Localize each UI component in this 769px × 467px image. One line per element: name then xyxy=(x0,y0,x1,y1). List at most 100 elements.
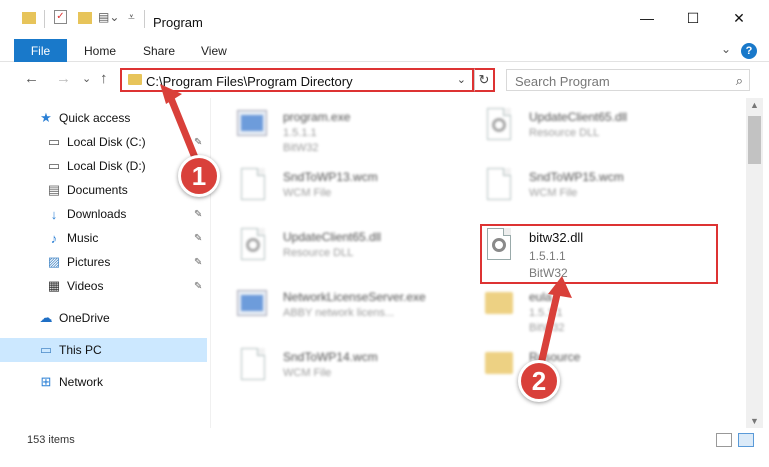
address-path: C:\Program Files\Program Directory xyxy=(146,74,353,89)
details-view-icon[interactable] xyxy=(716,433,732,447)
folder-icon xyxy=(483,288,515,328)
file-detail: Resource DLL xyxy=(283,247,354,259)
pin-icon: ✎ xyxy=(194,256,203,268)
scroll-thumb[interactable] xyxy=(748,116,761,164)
list-item[interactable]: UpdateClient65.dll Resource DLL xyxy=(237,222,477,278)
maximize-button[interactable]: ☐ xyxy=(670,0,716,36)
sidebar-item-network[interactable]: ⊞ Network xyxy=(0,370,207,394)
sidebar-item-videos[interactable]: ▦ Videos ✎ xyxy=(0,274,207,298)
network-icon: ⊞ xyxy=(40,374,52,389)
list-item[interactable]: SndToWP15.wcm WCM File xyxy=(483,162,723,218)
sidebar-item-label: This PC xyxy=(59,343,102,357)
file-detail: WCM File xyxy=(283,367,332,379)
close-button[interactable]: ✕ xyxy=(716,0,762,36)
list-item[interactable]: eula 1.5.1.1 BitW32 xyxy=(483,282,723,338)
step-2-badge: 2 xyxy=(518,360,560,402)
search-input[interactable]: Search Program ⌕ xyxy=(506,69,750,91)
sidebar-item-documents[interactable]: ▤ Documents ✎ xyxy=(0,178,207,202)
videos-icon: ▦ xyxy=(47,278,61,293)
step-1-badge: 1 xyxy=(178,155,220,197)
pin-icon: ✎ xyxy=(194,136,203,148)
minimize-button[interactable]: — xyxy=(624,0,670,36)
sidebar-item-pictures[interactable]: ▨ Pictures ✎ xyxy=(0,250,207,274)
exe-icon xyxy=(237,288,269,328)
ribbon-tabs: File Home Share View ⌄ ? xyxy=(0,36,769,63)
exe-icon xyxy=(237,108,269,148)
file-name: UpdateClient65.dll xyxy=(529,110,628,124)
file-detail: BitW32 xyxy=(283,142,319,154)
sidebar-item-label: Local Disk (D:) xyxy=(67,159,146,173)
refresh-button[interactable]: ↻ xyxy=(474,68,495,92)
file-icon xyxy=(237,168,269,208)
sidebar-item-this-pc[interactable]: ▭ This PC xyxy=(0,338,207,362)
file-name: SndToWP13.wcm xyxy=(283,170,378,184)
divider xyxy=(44,10,45,28)
dll-icon xyxy=(483,108,515,148)
new-folder-icon[interactable] xyxy=(78,10,92,28)
sidebar-item-downloads[interactable]: ↓ Downloads ✎ xyxy=(0,202,207,226)
folder-icon xyxy=(128,74,142,85)
pin-icon: ✎ xyxy=(194,232,203,244)
tab-share[interactable]: Share xyxy=(143,44,175,58)
tab-home[interactable]: Home xyxy=(84,44,116,58)
file-detail: 1.5.1.1 xyxy=(283,127,317,139)
computer-icon: ▭ xyxy=(39,342,53,357)
file-detail: WCM File xyxy=(529,187,578,199)
file-name: NetworkLicenseServer.exe xyxy=(283,290,426,304)
file-icon xyxy=(483,168,515,208)
file-icon xyxy=(237,348,269,388)
sidebar-item-quick-access[interactable]: ★ Quick access xyxy=(0,106,207,130)
drive-icon: ▭ xyxy=(47,134,61,149)
sidebar-item-label: Pictures xyxy=(67,255,111,269)
downloads-icon: ↓ xyxy=(50,206,58,222)
sidebar-item-label: Local Disk (C:) xyxy=(67,135,146,149)
up-button[interactable]: ↑ xyxy=(100,70,108,87)
address-bar[interactable]: C:\Program Files\Program Directory ⌄ xyxy=(120,68,474,92)
sidebar-item-label: Network xyxy=(59,375,104,389)
file-name: program.exe xyxy=(283,110,351,124)
list-item[interactable]: SndToWP14.wcm WCM File xyxy=(237,342,477,398)
recent-locations-icon[interactable]: ⌄ xyxy=(82,72,91,85)
sidebar-item-label: Downloads xyxy=(67,207,127,221)
highlight-box xyxy=(480,224,718,284)
file-detail: ABBY network licens... xyxy=(283,307,395,319)
sidebar-item-label: Videos xyxy=(67,279,104,293)
scroll-down-icon[interactable]: ▼ xyxy=(750,416,759,426)
sidebar-item-onedrive[interactable]: ☁ OneDrive xyxy=(0,306,207,330)
list-item[interactable]: NetworkLicenseServer.exe ABBY network li… xyxy=(237,282,477,338)
file-detail: 1.5.1.1 xyxy=(529,307,563,319)
file-name: UpdateClient65.dll xyxy=(283,230,382,244)
music-icon: ♪ xyxy=(50,230,58,246)
file-name: eula xyxy=(529,290,552,304)
forward-button[interactable]: → xyxy=(56,70,71,87)
sidebar-item-local-disk-d[interactable]: ▭ Local Disk (D:) xyxy=(0,154,207,178)
customize-icon[interactable]: ▤⌄ xyxy=(98,10,119,28)
large-icons-view-icon[interactable] xyxy=(738,433,754,447)
dll-icon xyxy=(237,228,269,268)
tab-view[interactable]: View xyxy=(201,44,227,58)
list-item[interactable]: SndToWP13.wcm WCM File xyxy=(237,162,477,218)
expand-ribbon-icon[interactable]: ⌄ xyxy=(721,42,731,56)
folder-icon xyxy=(483,348,515,388)
window-title: Program xyxy=(153,15,203,30)
address-dropdown-icon[interactable]: ⌄ xyxy=(457,73,466,86)
folder-icon xyxy=(22,10,36,28)
title-bar: ✓ ▤⌄ ⩡ Program — ☐ ✕ xyxy=(0,0,769,36)
search-icon: ⌕ xyxy=(735,73,743,88)
scroll-up-icon[interactable]: ▲ xyxy=(750,100,759,110)
back-button[interactable]: ← xyxy=(24,70,39,87)
help-button[interactable]: ? xyxy=(741,43,757,59)
file-name: SndToWP14.wcm xyxy=(283,350,378,364)
list-item[interactable]: UpdateClient65.dll Resource DLL xyxy=(483,102,723,158)
file-name: SndToWP15.wcm xyxy=(529,170,624,184)
quick-access-dropdown-icon[interactable]: ⩡ xyxy=(128,10,135,28)
vertical-scrollbar[interactable]: ▲ ▼ xyxy=(746,98,763,428)
properties-icon[interactable]: ✓ xyxy=(54,10,67,28)
navigation-pane: ★ Quick access ▭ Local Disk (C:) ✎ ▭ Loc… xyxy=(0,98,210,428)
tab-file[interactable]: File xyxy=(14,39,67,63)
pictures-icon: ▨ xyxy=(47,254,61,269)
sidebar-item-local-disk-c[interactable]: ▭ Local Disk (C:) ✎ xyxy=(0,130,207,154)
list-item[interactable]: program.exe 1.5.1.1 BitW32 xyxy=(237,102,477,158)
search-placeholder: Search Program xyxy=(515,74,610,89)
sidebar-item-music[interactable]: ♪ Music ✎ xyxy=(0,226,207,250)
